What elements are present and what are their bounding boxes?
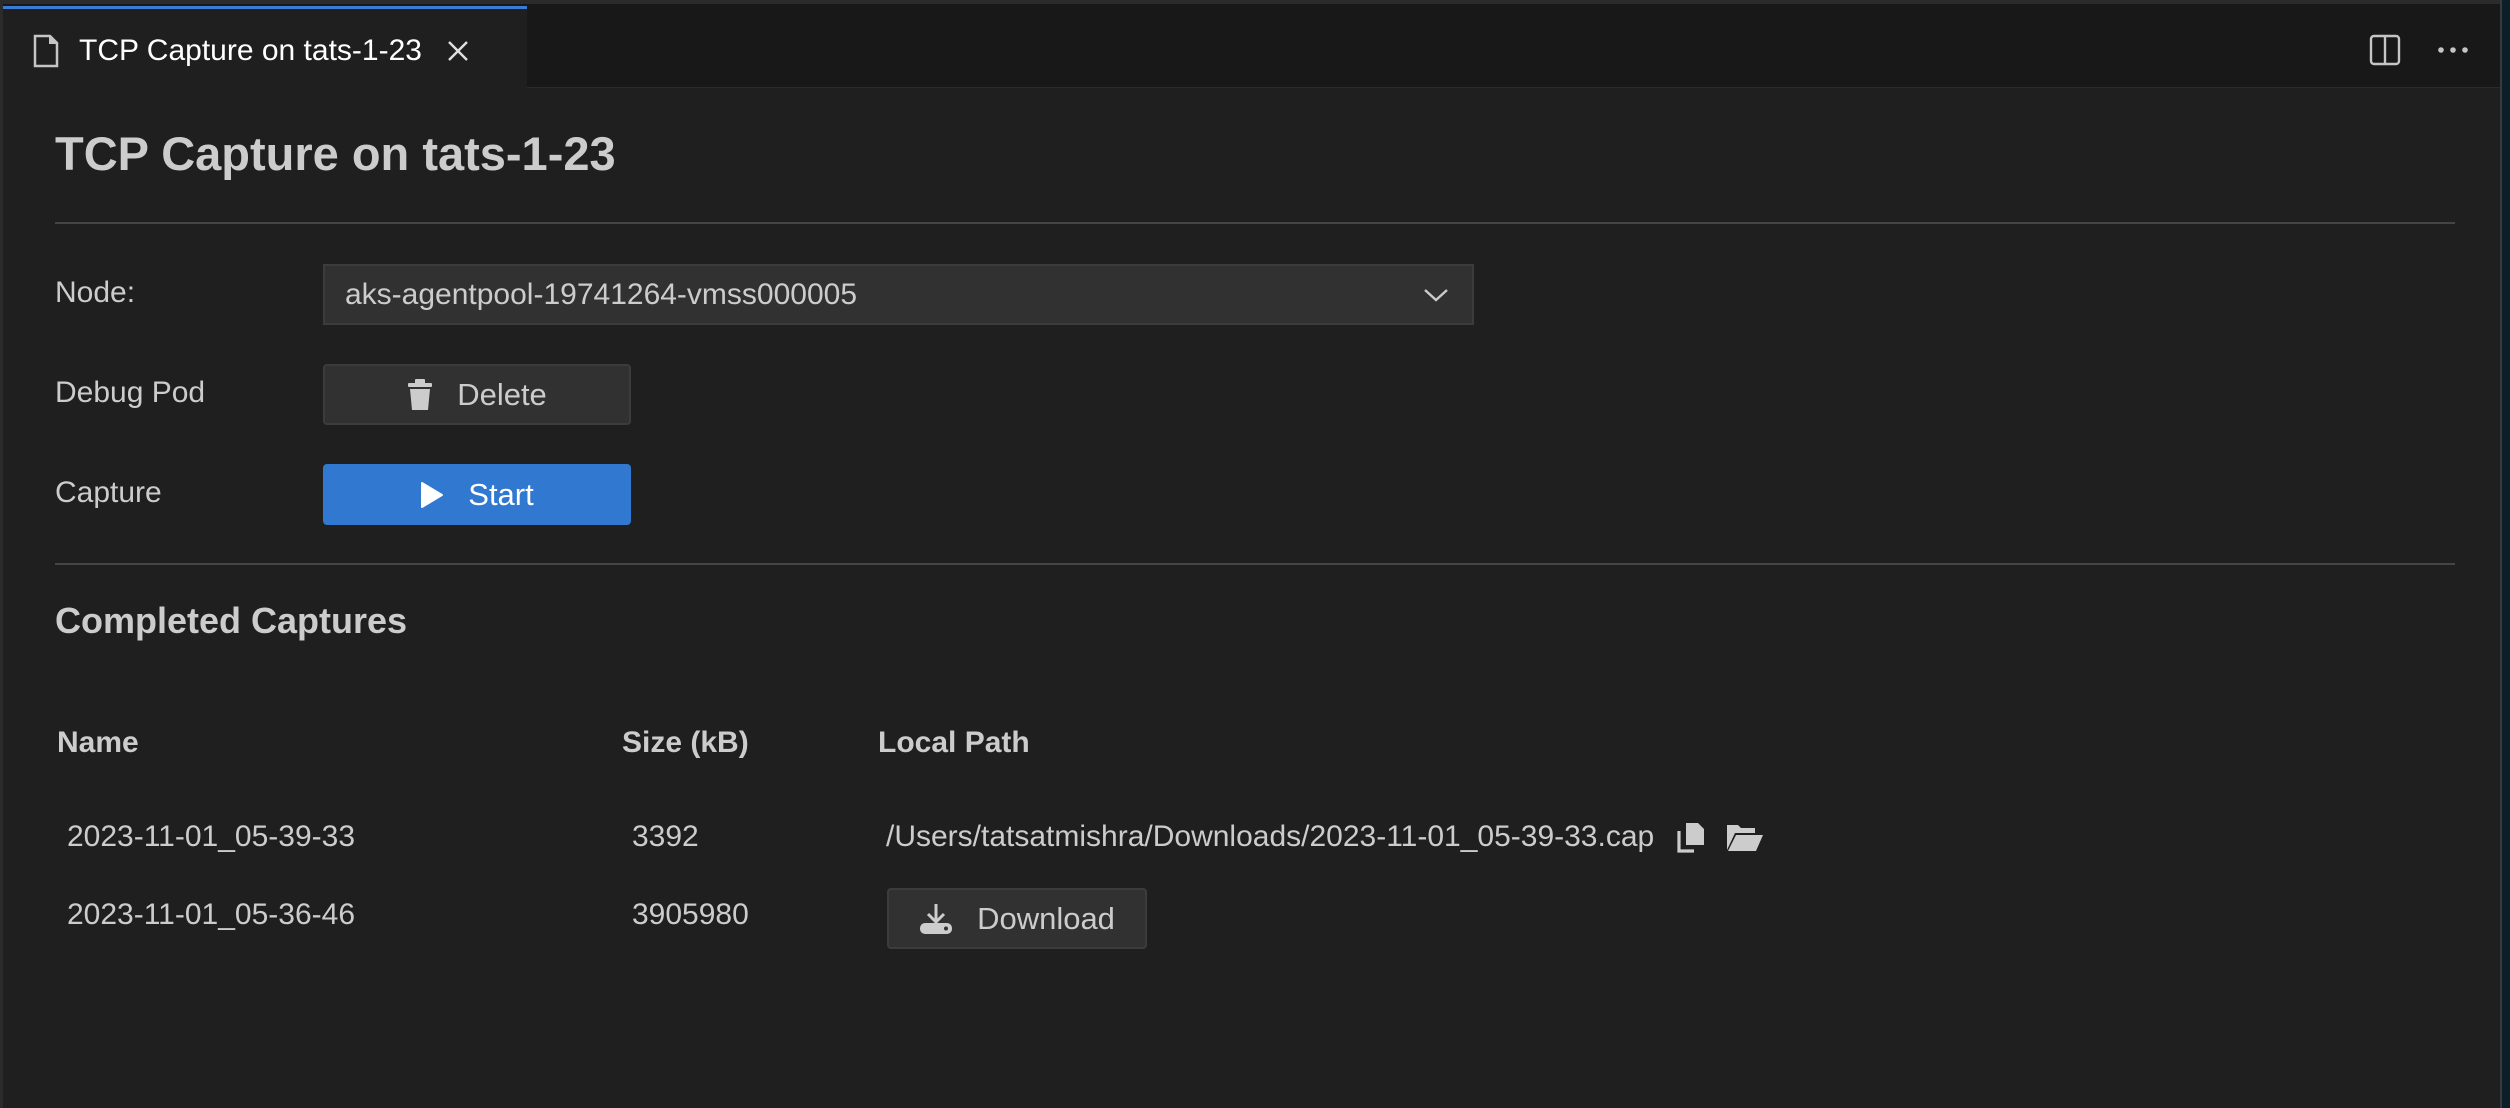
local-path: /Users/tatsatmishra/Downloads/2023-11-01… [886,820,1655,853]
delete-debug-pod-button[interactable]: Delete [323,364,631,425]
chevron-down-icon [1422,285,1450,305]
download-button[interactable]: Download [887,888,1147,949]
play-icon [420,481,444,509]
debug-pod-label: Debug Pod [55,376,206,409]
divider [55,222,2455,224]
local-path-cell: /Users/tatsatmishra/Downloads/2023-11-01… [886,820,1764,854]
editor-tab-bar: TCP Capture on tats-1-23 [3,0,2503,92]
page-title: TCP Capture on tats-1-23 [55,127,616,180]
open-folder-icon[interactable] [1726,822,1764,852]
capture-size: 3392 [632,820,699,853]
capture-name: 2023-11-01_05-36-46 [67,898,356,931]
tab-actions [2365,30,2473,70]
node-label: Node: [55,276,136,309]
node-select[interactable]: aks-agentpool-19741264-vmss000005 [323,264,1474,325]
capture-name: 2023-11-01_05-39-33 [67,820,356,853]
column-header-local-path: Local Path [878,726,1030,759]
copy-icon[interactable] [1676,821,1706,853]
file-icon [33,34,59,68]
column-header-name: Name [57,726,139,759]
trash-icon [407,378,433,411]
split-editor-icon[interactable] [2365,30,2405,70]
start-capture-button[interactable]: Start [323,464,631,525]
completed-captures-title: Completed Captures [55,600,408,641]
download-icon [919,903,953,935]
ellipsis-icon[interactable] [2433,30,2473,70]
webview-panel: TCP Capture on tats-1-23 TCP Capture on … [0,0,2505,1108]
column-header-size: Size (kB) [622,726,749,759]
tab-label: TCP Capture on tats-1-23 [79,33,422,67]
close-icon[interactable] [444,37,472,65]
node-select-value: aks-agentpool-19741264-vmss000005 [345,277,858,311]
download-button-label: Download [977,900,1115,936]
start-button-label: Start [468,476,534,512]
capture-label: Capture [55,476,162,509]
divider [55,563,2455,565]
capture-size: 3905980 [632,898,749,931]
adjacent-panel-edge [2500,0,2510,1108]
delete-button-label: Delete [457,376,547,412]
tab-tcp-capture[interactable]: TCP Capture on tats-1-23 [3,6,527,92]
